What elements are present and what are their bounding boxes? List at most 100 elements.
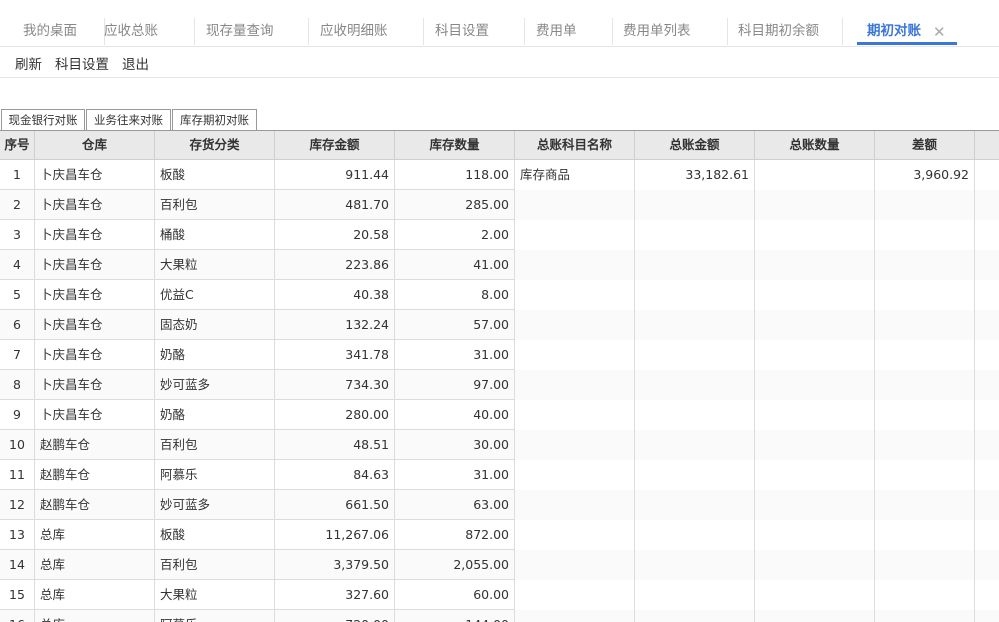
table-cell: 妙可蓝多 [155, 370, 275, 400]
table-row[interactable]: 8 卜庆昌车仓 妙可蓝多 734.30 97.00 [0, 370, 999, 400]
table-cell: 3 [0, 220, 35, 250]
table-cell: 妙可蓝多 [155, 490, 275, 520]
table-cell: 总库 [35, 580, 155, 610]
table-cell: 280.00 [275, 400, 395, 430]
table-cell: 40.38 [275, 280, 395, 310]
refresh-button[interactable]: 刷新 [15, 53, 42, 73]
col-stock-qty[interactable]: 库存数量 [395, 131, 515, 159]
tab-subject-opening-balance[interactable]: 科目期初余额 [738, 18, 843, 45]
table-cell: 97.00 [395, 370, 515, 400]
ledger-empty-cell [515, 340, 635, 370]
table-row[interactable]: 12 赵鹏车仓 妙可蓝多 661.50 63.00 [0, 490, 999, 520]
ledger-empty-cell [755, 490, 875, 520]
close-icon[interactable]: ✕ [933, 20, 946, 44]
table-cell: 11,267.06 [275, 520, 395, 550]
ledger-empty-cell [875, 250, 975, 280]
table-cell: 卜庆昌车仓 [35, 160, 155, 190]
table-cell: 卜庆昌车仓 [35, 250, 155, 280]
table-row[interactable]: 4 卜庆昌车仓 大果粒 223.86 41.00 [0, 250, 999, 280]
table-cell: 15 [0, 580, 35, 610]
table-cell: 481.70 [275, 190, 395, 220]
ledger-empty-cell [635, 280, 755, 310]
table-cell: 4 [0, 250, 35, 280]
table-row[interactable]: 9 卜庆昌车仓 奶酪 280.00 40.00 [0, 400, 999, 430]
table-cell: 总库 [35, 520, 155, 550]
col-ledger-amount[interactable]: 总账金额 [635, 131, 755, 159]
table-cell: 2.00 [395, 220, 515, 250]
table-cell: 223.86 [275, 250, 395, 280]
ledger-empty-cell [875, 310, 975, 340]
ledger-empty-cell [755, 550, 875, 580]
table-cell: 84.63 [275, 460, 395, 490]
table-row[interactable]: 11 赵鹏车仓 阿慕乐 84.63 31.00 [0, 460, 999, 490]
table-cell: 144.00 [395, 610, 515, 622]
table-row[interactable]: 16总库阿慕乐720.00144.00 [0, 610, 999, 622]
table-cell: 百利包 [155, 550, 275, 580]
table-cell: 总库 [35, 610, 155, 622]
col-seq[interactable]: 序号 [0, 131, 35, 159]
table-cell: 13 [0, 520, 35, 550]
reconciliation-grid: 序号 仓库 存货分类 库存金额 库存数量 总账科目名称 总账金额 总账数量 差额… [0, 131, 999, 622]
col-difference[interactable]: 差额 [875, 131, 975, 159]
table-cell: 30.00 [395, 430, 515, 460]
col-ledger-account[interactable]: 总账科目名称 [515, 131, 635, 159]
col-ledger-qty[interactable]: 总账数量 [755, 131, 875, 159]
ledger-empty-cell [635, 190, 755, 220]
tab-opening-reconciliation[interactable]: 期初对账 [867, 18, 931, 45]
tab-expense-bill[interactable]: 费用单 [536, 18, 613, 45]
difference-value: 3,960.92 [875, 160, 975, 190]
tab-receivable-ledger[interactable]: 应收总账 [104, 18, 195, 45]
table-cell: 2,055.00 [395, 550, 515, 580]
subtab-inventory-opening[interactable]: 库存期初对账 [172, 109, 257, 131]
ledger-empty-cell [515, 280, 635, 310]
ledger-empty-cell [635, 310, 755, 340]
ledger-empty-cell [515, 190, 635, 220]
table-cell: 大果粒 [155, 580, 275, 610]
table-row[interactable]: 3 卜庆昌车仓 桶酸 20.58 2.00 [0, 220, 999, 250]
subtab-cash-bank[interactable]: 现金银行对账 [1, 109, 85, 130]
table-row[interactable]: 10 赵鹏车仓 百利包 48.51 30.00 [0, 430, 999, 460]
subject-settings-button[interactable]: 科目设置 [55, 53, 109, 73]
table-cell: 8 [0, 370, 35, 400]
table-cell: 41.00 [395, 250, 515, 280]
table-row[interactable]: 5 卜庆昌车仓 优益C 40.38 8.00 [0, 280, 999, 310]
table-row[interactable]: 15 总库 大果粒 327.60 60.00 [0, 580, 999, 610]
table-cell: 60.00 [395, 580, 515, 610]
tab-stock-query[interactable]: 现存量查询 [206, 18, 309, 45]
tab-subject-settings[interactable]: 科目设置 [435, 18, 525, 45]
table-row[interactable]: 14 总库 百利包 3,379.50 2,055.00 [0, 550, 999, 580]
table-row[interactable]: 6 卜庆昌车仓 固态奶 132.24 57.00 [0, 310, 999, 340]
tab-receivable-detail[interactable]: 应收明细账 [320, 18, 424, 45]
ledger-empty-cell [635, 220, 755, 250]
table-cell: 3,379.50 [275, 550, 395, 580]
col-category[interactable]: 存货分类 [155, 131, 275, 159]
ledger-empty-cell [635, 550, 755, 580]
toolbar: 刷新 科目设置 退出 [0, 47, 999, 78]
exit-button[interactable]: 退出 [122, 53, 149, 73]
col-stock-amount[interactable]: 库存金额 [275, 131, 395, 159]
ledger-empty-cell [515, 460, 635, 490]
table-cell: 奶酪 [155, 400, 275, 430]
tab-desktop[interactable]: 我的桌面 [23, 18, 105, 45]
table-cell: 板酸 [155, 520, 275, 550]
table-cell: 阿慕乐 [155, 460, 275, 490]
ledger-empty-cell [875, 520, 975, 550]
table-cell: 12 [0, 490, 35, 520]
ledger-empty-cell [635, 490, 755, 520]
ledger-empty-cell [515, 310, 635, 340]
table-cell: 132.24 [275, 310, 395, 340]
ledger-empty-cell [755, 310, 875, 340]
table-cell: 16 [0, 610, 35, 622]
tab-expense-list[interactable]: 费用单列表 [623, 18, 728, 45]
ledger-empty-cell [515, 250, 635, 280]
subtab-business-dealings[interactable]: 业务往来对账 [86, 109, 171, 130]
ledger-empty-cell [635, 340, 755, 370]
table-cell: 百利包 [155, 190, 275, 220]
table-row[interactable]: 7 卜庆昌车仓 奶酪 341.78 31.00 [0, 340, 999, 370]
col-warehouse[interactable]: 仓库 [35, 131, 155, 159]
table-row[interactable]: 13 总库 板酸 11,267.06 872.00 [0, 520, 999, 550]
table-row[interactable]: 2 卜庆昌车仓 百利包 481.70 285.00 [0, 190, 999, 220]
table-cell: 总库 [35, 550, 155, 580]
table-cell: 40.00 [395, 400, 515, 430]
table-cell: 阿慕乐 [155, 610, 275, 622]
